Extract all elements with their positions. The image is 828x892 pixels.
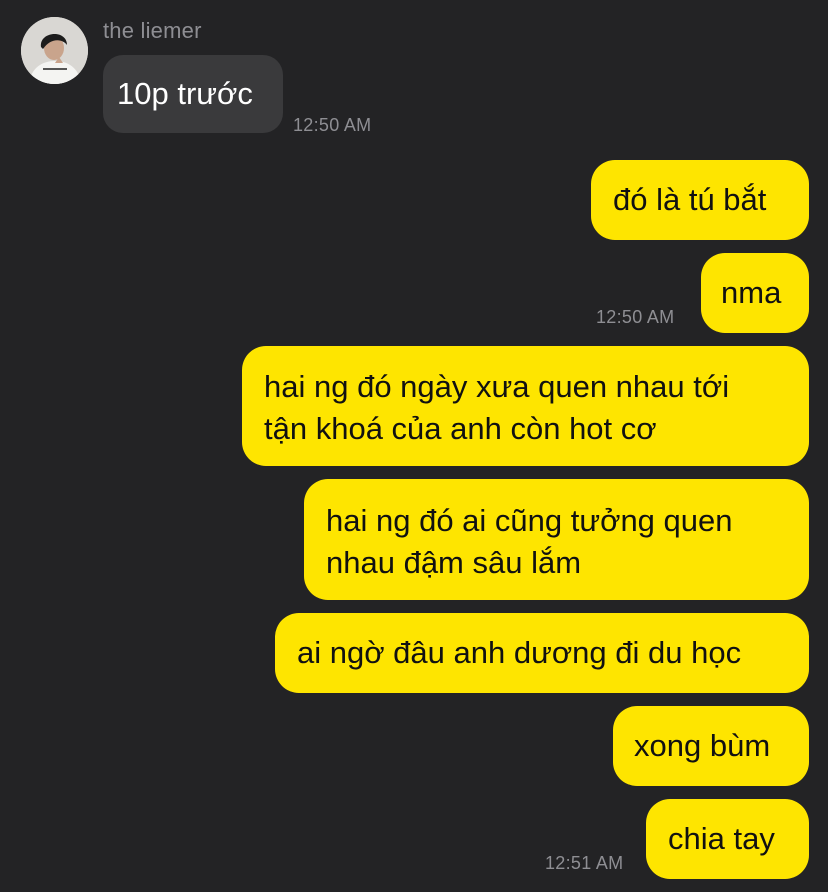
message-text: nma: [721, 275, 782, 310]
message-bubble-outgoing[interactable]: ai ngờ đâu anh dương đi du học: [275, 613, 809, 693]
message-text-line: hai ng đó ai cũng tưởng quen: [326, 503, 733, 538]
message-bubble-outgoing[interactable]: đó là tú bắt: [591, 160, 809, 240]
message-text: xong bùm: [634, 728, 771, 763]
contact-avatar[interactable]: [21, 17, 88, 84]
message-text-line: tận khoá của anh còn hot cơ: [264, 411, 657, 446]
message-text: chia tay: [668, 821, 775, 856]
message-bubble-outgoing[interactable]: chia tay: [646, 799, 809, 879]
message-bubble-outgoing[interactable]: nma: [701, 253, 809, 333]
message-timestamp: 12:50 AM: [596, 307, 675, 327]
message-text-line: hai ng đó ngày xưa quen nhau tới: [264, 369, 730, 404]
message-bubble-incoming[interactable]: 10p trước: [103, 55, 283, 133]
message-text: ai ngờ đâu anh dương đi du học: [297, 635, 742, 670]
message-timestamp: 12:50 AM: [293, 115, 372, 135]
message-text-line: nhau đậm sâu lắm: [326, 545, 582, 580]
message-timestamp: 12:51 AM: [545, 853, 624, 873]
message-bubble-outgoing[interactable]: xong bùm: [613, 706, 809, 786]
message-bubble-outgoing[interactable]: hai ng đó ai cũng tưởng quen nhau đậm sâ…: [304, 479, 809, 600]
message-bubble-outgoing[interactable]: hai ng đó ngày xưa quen nhau tới tận kho…: [242, 346, 809, 466]
message-text: 10p trước: [117, 76, 253, 111]
message-text: đó là tú bắt: [613, 182, 767, 217]
contact-name: the liemer: [103, 18, 202, 43]
chat-thread: the liemer 10p trước 12:50 AM đó là tú b…: [0, 0, 828, 892]
profile-photo-icon: [21, 17, 88, 84]
